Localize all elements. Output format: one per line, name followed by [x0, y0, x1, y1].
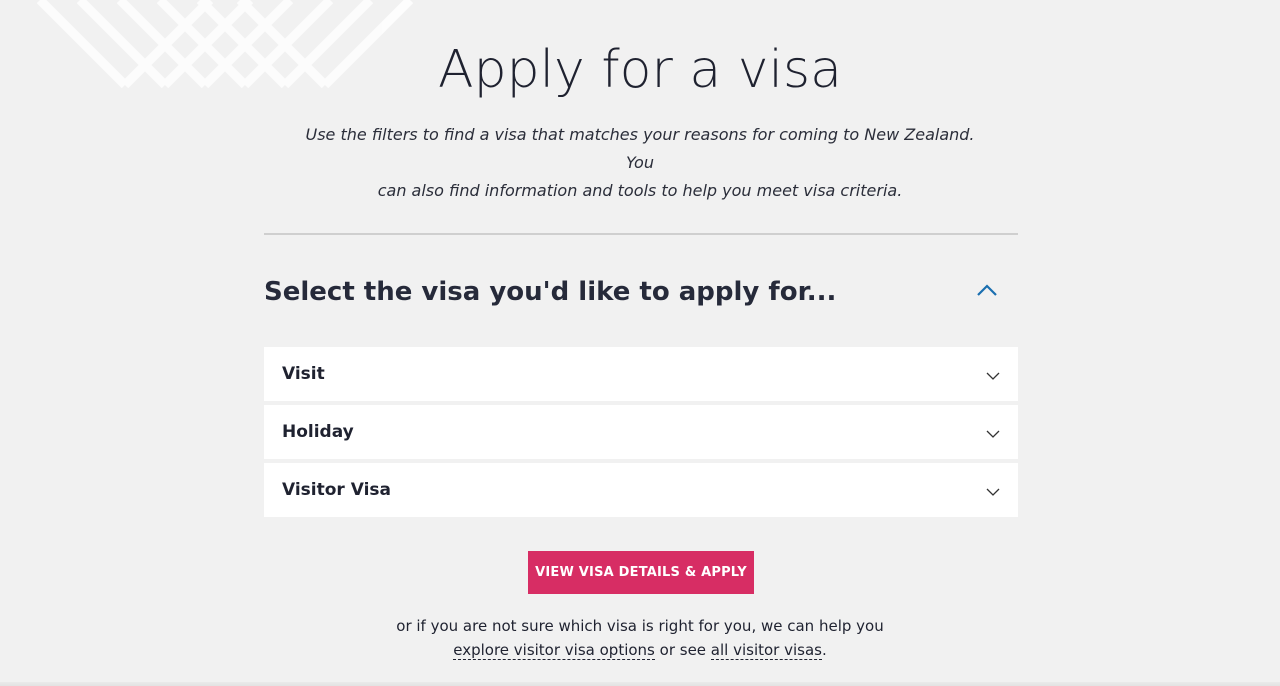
collapse-toggle-button[interactable] — [972, 276, 1002, 304]
chevron-up-icon — [977, 284, 997, 296]
visa-accordion: Visit Holiday Visitor Visa — [264, 347, 1018, 521]
help-text-middle: or see — [654, 641, 711, 659]
visa-selector-heading: Select the visa you'd like to apply for.… — [264, 277, 837, 307]
accordion-item-label: Holiday — [282, 422, 354, 442]
accordion-item-visit[interactable]: Visit — [264, 347, 1018, 401]
bottom-edge — [0, 682, 1280, 686]
intro-line-1: Use the filters to find a visa that matc… — [305, 125, 975, 172]
page-title: Apply for a visa — [438, 40, 842, 100]
intro-line-2: can also find information and tools to h… — [377, 181, 903, 200]
explore-visitor-visa-options-link[interactable]: explore visitor visa options — [453, 641, 655, 660]
all-visitor-visas-link[interactable]: all visitor visas — [710, 641, 822, 660]
accordion-item-holiday[interactable]: Holiday — [264, 405, 1018, 459]
chevron-down-icon — [986, 427, 1000, 441]
help-text-line-1: or if you are not sure which visa is rig… — [396, 617, 884, 635]
chevron-down-icon — [986, 369, 1000, 383]
section-divider — [264, 233, 1018, 235]
help-text-end: . — [821, 641, 827, 659]
accordion-item-visitor-visa[interactable]: Visitor Visa — [264, 463, 1018, 517]
view-visa-details-apply-button[interactable]: VIEW VISA DETAILS & APPLY — [528, 551, 754, 594]
help-text: or if you are not sure which visa is rig… — [0, 614, 1280, 662]
chevron-down-icon — [986, 485, 1000, 499]
accordion-item-label: Visitor Visa — [282, 480, 392, 500]
intro-text: Use the filters to find a visa that matc… — [300, 121, 980, 205]
accordion-item-label: Visit — [282, 364, 325, 384]
